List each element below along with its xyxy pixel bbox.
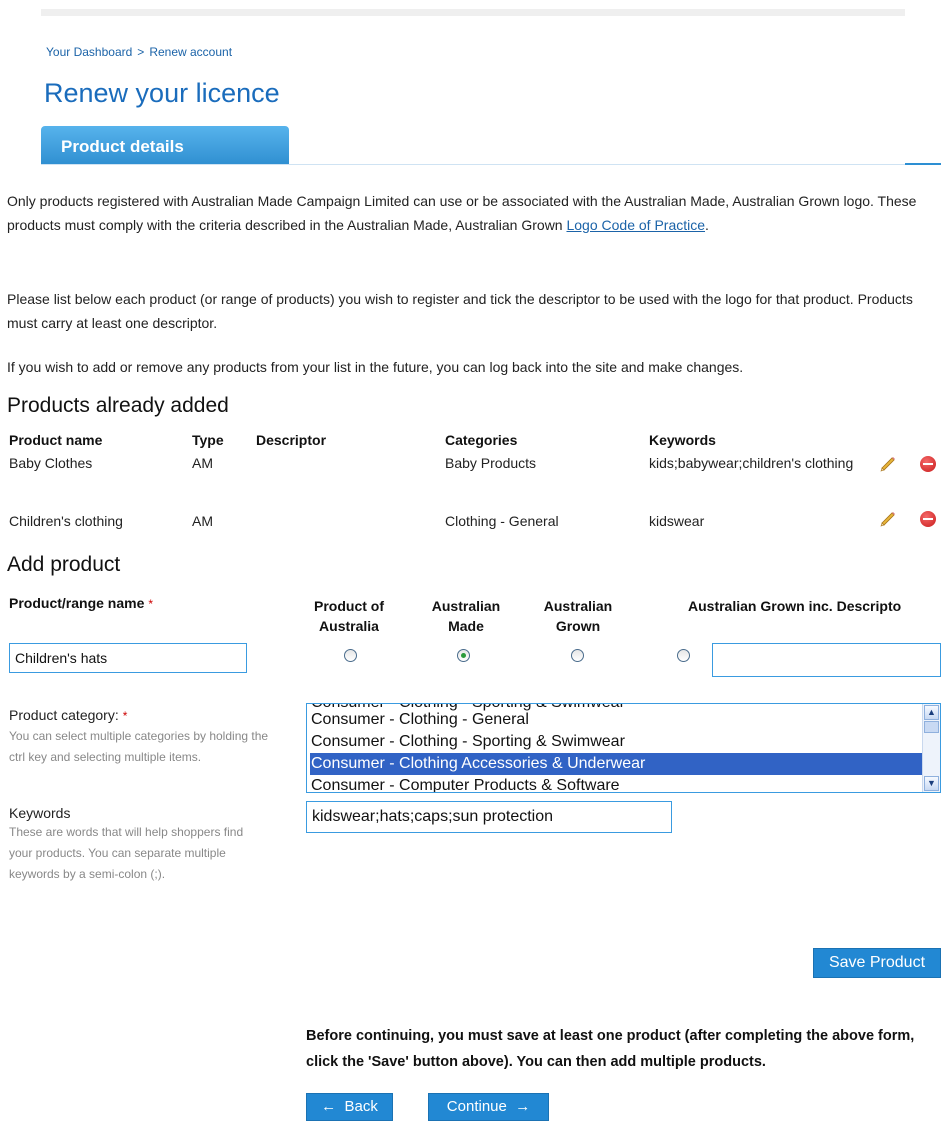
listbox-scrollbar[interactable]: ▲ ▼: [922, 704, 940, 792]
keywords-input[interactable]: [306, 801, 672, 833]
scrollbar-thumb[interactable]: [924, 721, 939, 733]
descriptor-header-australian-made: Australian Made: [431, 598, 501, 634]
col-header-descriptor: Descriptor: [256, 432, 327, 448]
minus-circle-icon[interactable]: [920, 456, 936, 472]
required-marker: *: [148, 597, 154, 611]
product-category-listbox[interactable]: Consumer - Clothing - Sporting & Swimwea…: [306, 703, 941, 793]
radio-australian-grown-inc[interactable]: [677, 649, 690, 662]
breadcrumb-current-link[interactable]: Renew account: [149, 45, 232, 59]
product-category-label: Product category: *: [9, 707, 127, 723]
product-category-cell: Baby Products: [445, 455, 537, 471]
page-title: Renew your licence: [44, 78, 280, 108]
listbox-option[interactable]: Consumer - Clothing - General: [311, 709, 529, 731]
breadcrumb-separator: >: [137, 45, 145, 59]
pencil-icon[interactable]: [879, 510, 897, 528]
continue-button-label: Continue: [446, 1098, 507, 1115]
pencil-icon[interactable]: [879, 455, 897, 473]
keywords-label: Keywords: [9, 805, 71, 821]
descriptor-header-australian-grown: Australian Grown: [543, 598, 613, 634]
save-notice: Before continuing, you must save at leas…: [306, 1028, 915, 1070]
product-name-label: Product/range name *: [9, 595, 153, 611]
minus-circle-icon[interactable]: [920, 511, 936, 527]
product-category-label-text: Product category:: [9, 707, 119, 723]
product-name-cell: Children's clothing: [9, 513, 123, 529]
products-added-title: Products already added: [7, 394, 229, 417]
col-header-product-name: Product name: [9, 432, 103, 448]
back-button-label: Back: [344, 1098, 378, 1115]
listbox-option-selected[interactable]: Consumer - Clothing Accessories & Underw…: [310, 753, 923, 775]
listbox-option[interactable]: Consumer - Clothing - Sporting & Swimwea…: [311, 731, 625, 753]
radio-product-of-australia[interactable]: [344, 649, 357, 662]
product-name-cell: Baby Clothes: [9, 455, 93, 471]
arrow-left-icon: ←: [321, 1098, 337, 1115]
logo-code-of-practice-link[interactable]: Logo Code of Practice: [566, 217, 705, 233]
descriptor-header-product-of-australia: Product of Australia: [314, 598, 384, 634]
keywords-help: These are words that will help shoppers …: [9, 825, 244, 881]
product-type-cell: AM: [192, 513, 213, 529]
breadcrumb: Your Dashboard > Renew account: [46, 45, 232, 59]
listbox-option[interactable]: Consumer - Computer Products & Software: [311, 775, 620, 792]
radio-australian-grown[interactable]: [571, 649, 584, 662]
descriptor-header-australian-grown-inc: Australian Grown inc. Descripto: [688, 598, 902, 614]
product-type-cell: AM: [192, 455, 213, 471]
arrow-right-icon: →: [515, 1098, 531, 1115]
scroll-up-icon[interactable]: ▲: [924, 705, 939, 720]
add-product-title: Add product: [7, 553, 121, 576]
continue-button[interactable]: Continue →: [428, 1093, 549, 1121]
product-category-cell: Clothing - General: [445, 513, 559, 529]
intro-paragraph-2: Please list below each product (or range…: [7, 291, 913, 331]
required-marker: *: [122, 709, 128, 723]
col-header-keywords: Keywords: [649, 432, 716, 448]
product-name-label-text: Product/range name: [9, 595, 145, 611]
tab-divider: [41, 164, 941, 165]
radio-australian-made[interactable]: [457, 649, 470, 662]
breadcrumb-dashboard-link[interactable]: Your Dashboard: [46, 45, 132, 59]
col-header-type: Type: [192, 432, 224, 448]
scroll-down-icon[interactable]: ▼: [924, 776, 939, 791]
save-product-button[interactable]: Save Product: [813, 948, 941, 978]
product-category-help: You can select multiple categories by ho…: [9, 729, 269, 764]
tab-divider-accent: [905, 163, 941, 165]
intro-paragraph-3: If you wish to add or remove any product…: [7, 359, 744, 375]
product-keywords-cell: kidswear: [649, 513, 705, 529]
intro-paragraph-1: Only products registered with Australian…: [7, 189, 939, 237]
col-header-categories: Categories: [445, 432, 518, 448]
back-button[interactable]: ← Back: [306, 1093, 393, 1121]
intro-text: Only products registered with Australian…: [7, 193, 917, 233]
product-keywords-cell: kids;babywear;children's clothing: [649, 455, 854, 471]
tab-product-details[interactable]: Product details: [41, 126, 289, 165]
top-bar: [41, 9, 905, 16]
descriptor-text-input[interactable]: [712, 643, 941, 677]
intro-period: .: [705, 217, 709, 233]
product-name-input[interactable]: [9, 643, 247, 673]
